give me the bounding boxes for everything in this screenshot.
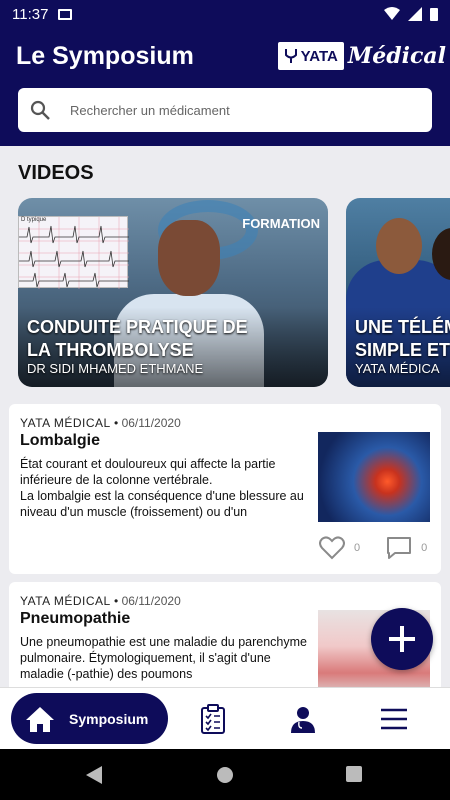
home-circle-icon[interactable]: [216, 766, 234, 784]
article-excerpt: État courant et douloureux qui affecte l…: [20, 457, 304, 519]
ecg-trace-icon: [19, 217, 129, 289]
video-card[interactable]: D typique FORMATION CONDUITE PRATIQUE DE…: [18, 198, 328, 387]
add-button[interactable]: [371, 608, 433, 670]
nav-active-label: Symposium: [69, 710, 149, 727]
search-icon: [30, 100, 50, 120]
video-title: CONDUITE PRATIQUE DE LA THROMBOLYSE: [27, 317, 248, 360]
status-time: 11:37: [12, 5, 49, 23]
menu-icon[interactable]: [380, 708, 408, 730]
article-date: 06/11/2020: [121, 416, 181, 430]
article-title: Lombalgie: [20, 432, 101, 449]
article-date: 06/11/2020: [121, 594, 181, 608]
comment-icon[interactable]: [386, 536, 412, 560]
article-reactions: 0 0: [319, 536, 427, 560]
videos-section-title: VIDEOS: [18, 162, 94, 184]
doctor-figure-head: [376, 218, 422, 274]
recents-icon[interactable]: [346, 766, 362, 782]
stethoscope-icon: [284, 49, 297, 63]
meta-separator: •: [114, 416, 122, 430]
signal-icon: [408, 7, 422, 21]
article-title: Pneumopathie: [20, 610, 131, 627]
article-source: YATA MÉDICAL: [20, 416, 111, 430]
logo-box-text: YATA: [300, 47, 338, 65]
presenter-face: [158, 220, 220, 296]
comments-count: 0: [421, 542, 428, 554]
video-subtitle: DR SIDI MHAMED ETHMANE: [27, 361, 204, 376]
system-navigation-bar: [0, 749, 450, 800]
video-subtitle: YATA MÉDICA: [355, 361, 440, 376]
yata-medical-logo: YATA Médical: [277, 42, 446, 70]
bottom-navigation: Symposium: [0, 687, 450, 749]
heart-icon[interactable]: [319, 536, 345, 560]
video-card[interactable]: UNE TÉLÉM SIMPLE ET YATA MÉDICA: [346, 198, 450, 387]
battery-icon: [430, 8, 438, 21]
likes-count: 0: [354, 542, 361, 554]
ecg-thumbnail: D typique: [18, 216, 129, 289]
article-thumbnail: [318, 432, 430, 522]
wifi-icon: [384, 7, 400, 20]
search-bar[interactable]: [18, 88, 432, 132]
mail-notification-icon: [58, 8, 73, 20]
back-icon[interactable]: [86, 766, 102, 784]
app-header: Le Symposium YATA Médical: [0, 28, 450, 146]
article-meta: YATA MÉDICAL • 06/11/2020: [20, 416, 181, 430]
article-card[interactable]: YATA MÉDICAL • 06/11/2020 Lombalgie État…: [9, 404, 441, 574]
comments-group[interactable]: 0: [386, 536, 427, 560]
ecg-label: D typique: [21, 217, 47, 223]
page-title: Le Symposium: [16, 42, 194, 70]
doctor-icon[interactable]: [288, 704, 318, 734]
logo-box: YATA: [277, 42, 344, 70]
nav-item-symposium[interactable]: Symposium: [11, 693, 168, 744]
video-badge: FORMATION: [242, 216, 320, 231]
meta-separator: •: [114, 594, 122, 608]
article-meta: YATA MÉDICAL • 06/11/2020: [20, 594, 181, 608]
article-source: YATA MÉDICAL: [20, 594, 111, 608]
article-excerpt: Une pneumopathie est une maladie du pare…: [20, 635, 307, 681]
video-title: UNE TÉLÉM SIMPLE ET: [355, 317, 450, 360]
search-input[interactable]: [70, 102, 390, 118]
status-icons: [384, 7, 438, 21]
plus-icon: [389, 626, 415, 652]
home-icon: [26, 706, 54, 732]
status-bar: 11:37: [0, 0, 450, 28]
likes-group[interactable]: 0: [319, 536, 360, 560]
logo-script-text: Médical: [347, 43, 446, 69]
clipboard-icon[interactable]: [200, 704, 226, 734]
